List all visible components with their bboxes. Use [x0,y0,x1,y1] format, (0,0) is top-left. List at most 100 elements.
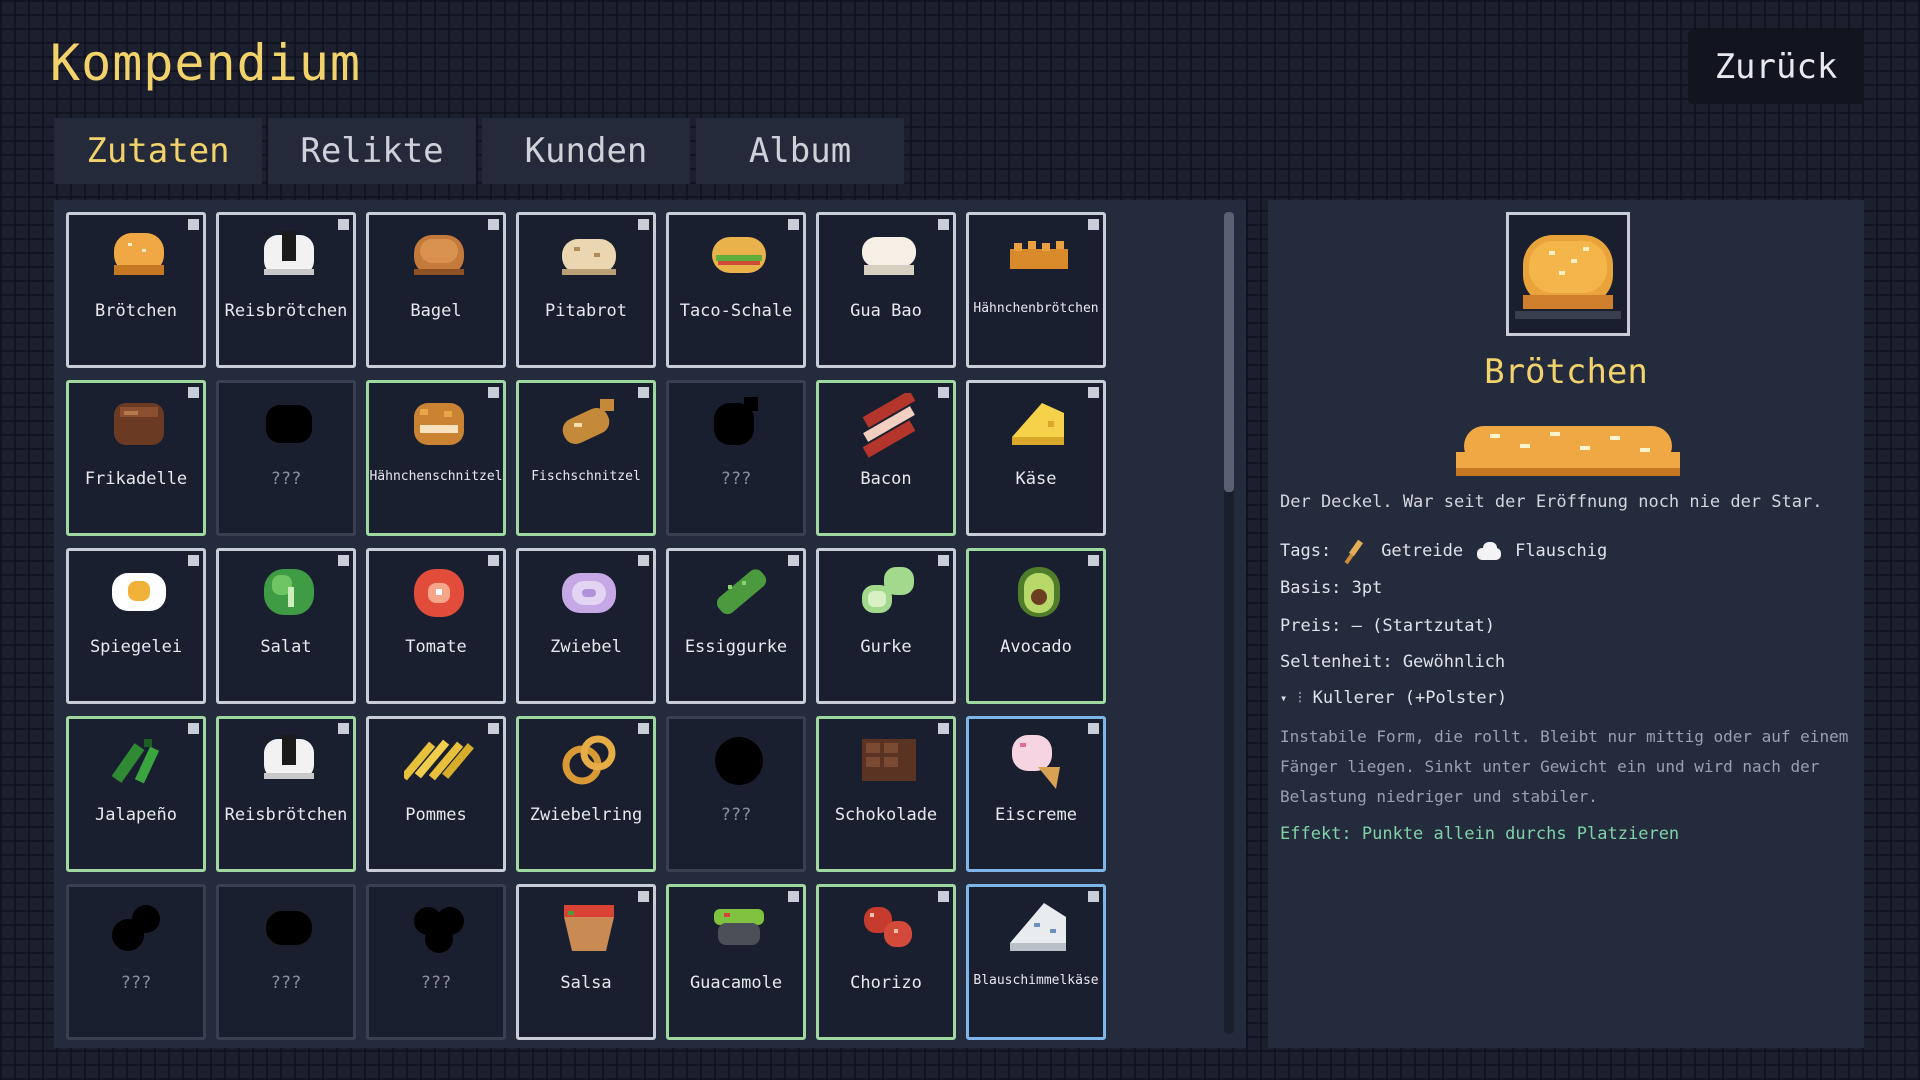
blue-cheese-icon [1010,903,1066,951]
ingredient-name: Salsa [560,973,612,993]
corner-badge-icon [638,723,649,734]
patty-icon [114,403,164,445]
chicken-bun-icon [1010,241,1068,269]
ingredient-name: Bagel [410,301,462,321]
tab-album[interactable]: Album [696,118,904,184]
ingredient-card[interactable]: ??? [216,380,356,536]
scrollbar-thumb[interactable] [1224,212,1234,492]
tags-row: Tags: Getreide Flauschig [1280,536,1607,566]
corner-badge-icon [638,555,649,566]
ingredient-name: Spiegelei [89,637,183,657]
ingredient-name: Zwiebelring [529,805,643,825]
corner-badge-icon [338,723,349,734]
corner-badge-icon [638,219,649,230]
corner-badge-icon [788,555,799,566]
ingredient-card[interactable]: Gua Bao [816,212,956,368]
ingredient-card[interactable]: Gurke [816,548,956,704]
ingredient-card[interactable]: Fischschnitzel [516,380,656,536]
tab-bar: Zutaten Relikte Kunden Album [54,118,904,184]
page-title: Kompendium [50,34,362,92]
cloud-icon [1477,542,1502,560]
ingredient-name: Hähnchenbrötchen [973,301,1099,316]
ingredient-card[interactable]: Salsa [516,884,656,1040]
ingredient-card[interactable]: Schokolade [816,716,956,872]
ingredient-card[interactable]: Bagel [366,212,506,368]
corner-badge-icon [188,219,199,230]
corner-badge-icon [1088,555,1099,566]
ice-cream-icon [1012,735,1060,789]
back-button[interactable]: Zurück [1688,30,1864,104]
corner-badge-icon [788,219,799,230]
ingredient-name: Tomate [405,637,467,657]
basis-value: Basis: 3pt [1280,578,1383,598]
ingredient-card[interactable]: Pitabrot [516,212,656,368]
ingredient-card[interactable]: Spiegelei [66,548,206,704]
ingredient-card[interactable]: Chorizo [816,884,956,1040]
ingredient-card[interactable]: Avocado [966,548,1106,704]
ingredient-name: Schokolade [834,805,938,825]
ingredient-card[interactable]: ??? [66,884,206,1040]
tab-relikte[interactable]: Relikte [268,118,476,184]
unknown-icon [715,737,763,785]
ingredient-card[interactable]: Zwiebelring [516,716,656,872]
ingredient-card[interactable]: Pommes [366,716,506,872]
ingredient-name: Blauschimmelkäse [973,973,1099,988]
ingredient-card[interactable]: Taco-Schale [666,212,806,368]
ingredient-name: ??? [720,805,752,825]
onion-icon [562,573,616,613]
ingredient-card[interactable]: Hähnchenschnitzel [366,380,506,536]
taco-icon [712,237,766,273]
ingredient-card[interactable]: Blauschimmelkäse [966,884,1106,1040]
rice-bun-icon [264,231,314,275]
detail-title: Brötchen [1484,352,1648,392]
ingredient-name: Käse [1015,469,1057,489]
ingredient-card[interactable]: Reisbrötchen [216,212,356,368]
corner-badge-icon [1088,723,1099,734]
ingredient-name: ??? [420,973,452,993]
ingredient-card[interactable]: Brötchen [66,212,206,368]
corner-badge-icon [638,387,649,398]
ingredient-card[interactable]: Frikadelle [66,380,206,536]
tab-zutaten[interactable]: Zutaten [54,118,262,184]
scrollbar[interactable] [1224,212,1234,1034]
ingredient-name: Guacamole [689,973,783,993]
ingredient-name: ??? [120,973,152,993]
corner-badge-icon [1088,219,1099,230]
corner-badge-icon [338,219,349,230]
ingredient-card[interactable]: Jalapeño [66,716,206,872]
corner-badge-icon [938,891,949,902]
ingredient-card[interactable]: ??? [666,716,806,872]
ingredient-name: Pitabrot [545,301,627,321]
ingredient-card[interactable]: Reisbrötchen [216,716,356,872]
jalapeno-icon [111,739,160,784]
ingredient-name: Avocado [1000,637,1072,657]
trait-description: Instabile Form, die rollt. Bleibt nur mi… [1280,727,1849,806]
corner-badge-icon [188,723,199,734]
ingredient-card[interactable]: Salat [216,548,356,704]
pita-icon [562,239,616,275]
corner-badge-icon [338,555,349,566]
ingredient-card[interactable]: ??? [666,380,806,536]
ingredient-card[interactable]: Eiscreme [966,716,1106,872]
ingredient-name: ??? [270,973,302,993]
ingredient-card[interactable]: Essiggurke [666,548,806,704]
ingredient-card[interactable]: Bacon [816,380,956,536]
tab-kunden[interactable]: Kunden [482,118,690,184]
ingredient-card[interactable]: ??? [366,884,506,1040]
ingredient-name: ??? [270,469,302,489]
ingredient-name: Bacon [860,469,912,489]
bun-icon [1515,235,1621,319]
ingredient-card[interactable]: Zwiebel [516,548,656,704]
price-value: Preis: — (Startzutat) [1280,616,1495,636]
corner-badge-icon [188,555,199,566]
ingredient-name: ??? [720,469,752,489]
ingredient-card[interactable]: ??? [216,884,356,1040]
unknown-icon [266,911,312,945]
ingredient-name: Gua Bao [850,301,922,321]
ingredient-card[interactable]: Tomate [366,548,506,704]
ingredient-card[interactable]: Hähnchenbrötchen [966,212,1106,368]
ingredient-card[interactable]: Guacamole [666,884,806,1040]
ingredient-card[interactable]: Käse [966,380,1106,536]
ingredient-name: Taco-Schale [679,301,793,321]
ingredient-name: Zwiebel [550,637,622,657]
